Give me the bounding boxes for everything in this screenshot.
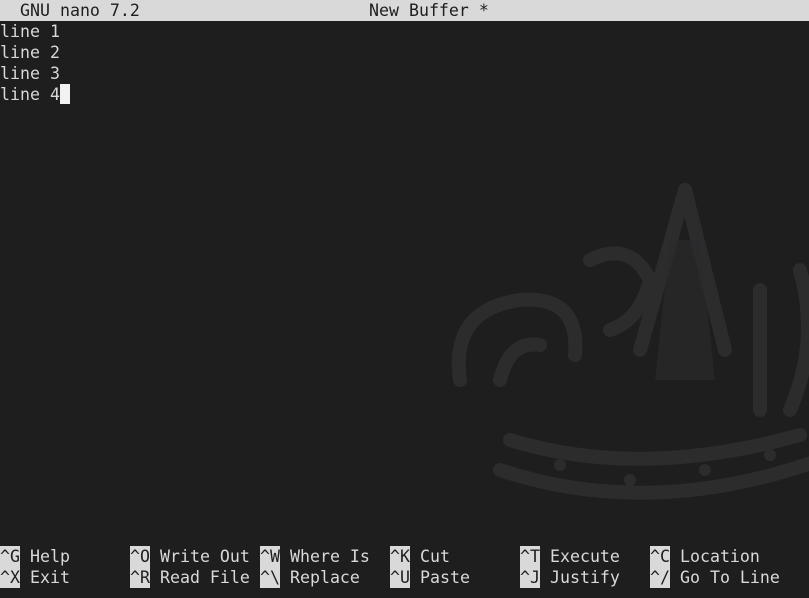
shortcut-key: ^W [260, 546, 280, 567]
shortcut-execute[interactable]: ^T Execute [520, 546, 620, 567]
shortcut-read-file[interactable]: ^R Read File [130, 567, 250, 588]
shortcut-replace[interactable]: ^\ Replace [260, 567, 360, 588]
shortcut-key: ^C [650, 546, 670, 567]
shortcut-write-out[interactable]: ^O Write Out [130, 546, 250, 567]
shortcut-label: Paste [419, 568, 470, 587]
editor-area[interactable]: line 1 line 2 line 3 line 4 [0, 21, 809, 105]
shortcut-row-1: ^G Help ^O Write Out ^W Where Is ^K Cut ^T Ex… [0, 546, 809, 567]
shortcut-help[interactable]: ^G Help [0, 546, 70, 567]
shortcut-cut[interactable]: ^K Cut [390, 546, 450, 567]
shortcut-justify[interactable]: ^J Justify [520, 567, 620, 588]
shortcut-paste[interactable]: ^U Paste [390, 567, 470, 588]
shortcut-label: Write Out [159, 547, 250, 566]
editor-line-text: line 4 [0, 85, 60, 104]
shortcut-key: ^\ [260, 567, 280, 588]
shortcut-label: Where Is [289, 547, 370, 566]
shortcut-key: ^X [0, 567, 20, 588]
shortcut-label: Cut [419, 547, 450, 566]
shortcut-row-2: ^X Exit ^R Read File ^\ Replace ^U Paste ^J J… [0, 567, 809, 588]
shortcut-key: ^K [390, 546, 410, 567]
shortcut-label: Help [29, 547, 70, 566]
editor-line[interactable]: line 4 [0, 84, 809, 105]
shortcut-key: ^G [0, 546, 20, 567]
shortcut-label: Replace [289, 568, 360, 587]
shortcut-exit[interactable]: ^X Exit [0, 567, 70, 588]
shortcut-key: ^O [130, 546, 150, 567]
shortcut-label: Read File [159, 568, 250, 587]
editor-line[interactable]: line 3 [0, 63, 809, 84]
shortcut-key: ^/ [650, 567, 670, 588]
shortcut-label: Justify [549, 568, 620, 587]
shortcut-go-to-line[interactable]: ^/ Go To Line [650, 567, 780, 588]
shortcut-label: Exit [29, 568, 70, 587]
shortcut-bar: ^G Help ^O Write Out ^W Where Is ^K Cut ^T Ex… [0, 546, 809, 588]
buffer-name: New Buffer * [369, 1, 489, 20]
title-bar: GNU nano 7.2 New Buffer * [0, 0, 809, 21]
shortcut-label: Execute [549, 547, 620, 566]
app-name: GNU nano 7.2 [20, 1, 140, 20]
shortcut-location[interactable]: ^C Location [650, 546, 760, 567]
shortcut-key: ^T [520, 546, 540, 567]
editor-line-text: line 2 [0, 43, 60, 62]
text-cursor [59, 84, 70, 104]
kali-watermark-icon [451, 183, 809, 500]
editor-line[interactable]: line 1 [0, 21, 809, 42]
shortcut-where-is[interactable]: ^W Where Is [260, 546, 370, 567]
shortcut-key: ^U [390, 567, 410, 588]
shortcut-label: Location [679, 547, 760, 566]
shortcut-key: ^J [520, 567, 540, 588]
shortcut-label: Go To Line [679, 568, 780, 587]
editor-line-text: line 1 [0, 22, 60, 41]
editor-line-text: line 3 [0, 64, 60, 83]
editor-line[interactable]: line 2 [0, 42, 809, 63]
shortcut-key: ^R [130, 567, 150, 588]
